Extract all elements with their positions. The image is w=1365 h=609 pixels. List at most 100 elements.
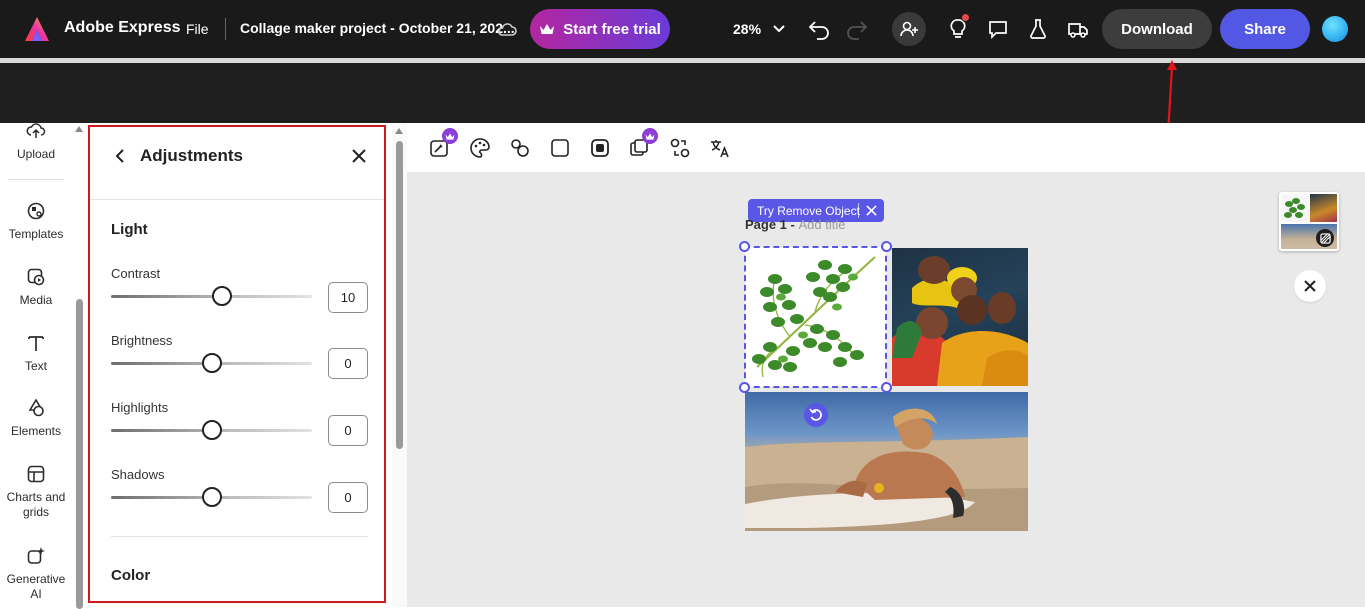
square-icon[interactable] [549,137,571,159]
resize-handle-bottom-left[interactable] [739,382,750,393]
thumbnail-leaves [1281,194,1309,222]
page-number-label: Page 1 - [745,217,799,232]
brightness-slider[interactable] [111,353,312,373]
adjustment-label: Contrast [111,266,161,281]
scroll-thumb[interactable] [76,299,83,609]
adobe-express-logo[interactable] [24,16,50,42]
slider-handle[interactable] [201,487,222,507]
sidebar-item-elements[interactable]: Elements [0,398,72,438]
rail-scrollbar[interactable] [74,123,86,609]
rotate-button[interactable] [804,403,828,427]
scroll-up-icon[interactable] [75,126,83,132]
file-menu[interactable]: File [186,21,209,37]
top-bar: Adobe Express File Collage maker project… [0,0,1365,58]
crown-icon [642,128,658,144]
shadows-slider[interactable] [111,487,312,507]
divider [111,536,368,537]
adjustment-label: Shadows [111,467,165,482]
hide-thumbnail-button[interactable] [1316,229,1334,247]
panel-header: Adjustments [90,127,384,200]
share-button[interactable]: Share [1220,9,1310,49]
app-name: Adobe Express [64,19,181,36]
hide-icon [1319,232,1331,244]
shapes-icon[interactable] [509,137,531,159]
download-button[interactable]: Download [1102,9,1212,49]
invite-button[interactable] [892,12,926,46]
resize-handle-top-right[interactable] [881,241,892,252]
section-heading-color: Color [111,567,151,584]
scroll-up-icon[interactable] [395,128,403,134]
project-title[interactable]: Collage maker project - October 21, 202.… [240,20,515,36]
swap-icon[interactable] [669,137,691,159]
scroll-thumb[interactable] [396,141,403,449]
avatar[interactable] [1322,16,1348,42]
sidebar-item-media[interactable]: Media [0,267,72,307]
chevron-down-icon[interactable] [771,20,787,36]
invite-icon [900,21,918,37]
mask-icon[interactable] [589,137,611,159]
sidebar-item-text[interactable]: Text [0,333,72,373]
sidebar-item-label: Elements [10,424,62,438]
group-photo-image[interactable] [892,248,1028,386]
truck-icon[interactable] [1066,17,1090,41]
charts-icon [27,465,45,483]
resize-handle-top-left[interactable] [739,241,750,252]
sidebar-item-label: Templates [8,227,64,241]
close-thumbnails-button[interactable] [1294,270,1326,302]
slider-handle[interactable] [201,420,222,440]
start-free-trial-button[interactable]: Start free trial [530,9,670,49]
close-icon[interactable] [859,205,883,216]
contrast-slider[interactable] [111,286,312,306]
rotate-icon [809,408,822,421]
close-icon [1304,280,1316,292]
templates-icon [27,202,45,220]
cloud-icon[interactable] [497,20,517,38]
media-icon [27,268,45,286]
highlights-slider[interactable] [111,420,312,440]
surfer-photo-image[interactable] [745,392,1028,531]
sidebar-item-charts-and-grids[interactable]: Charts and grids [0,464,72,520]
sidebar-item-label: Text [24,359,47,373]
section-heading-light: Light [111,221,148,238]
zoom-level[interactable]: 28% [733,21,761,37]
upload-icon [26,123,46,138]
chevron-left-icon[interactable] [112,147,130,165]
close-icon[interactable] [350,147,368,165]
adjustments-panel: Adjustments Light Contrast 10 Brightness… [88,125,386,603]
flask-icon[interactable] [1026,17,1050,41]
shadows-value-input[interactable]: 0 [328,482,368,513]
sidebar-item-label: Upload [16,147,56,161]
highlights-value-input[interactable]: 0 [328,415,368,446]
sidebar-item-upload[interactable]: Upload [0,121,72,161]
redo-icon[interactable] [845,17,869,41]
text-icon [28,336,44,351]
try-remove-object-label[interactable]: Try Remove Object [748,204,860,218]
slider-handle[interactable] [201,353,222,373]
thumbnail-group [1310,194,1337,222]
resize-handle-bottom-right[interactable] [881,382,892,393]
divider [8,179,64,180]
brightness-value-input[interactable]: 0 [328,348,368,379]
trial-label: Start free trial [563,20,661,38]
panel-scrollbar[interactable] [392,123,407,607]
page-label: Page 1 - Add title [745,217,845,232]
page-title-placeholder[interactable]: Add title [798,217,845,232]
comment-icon[interactable] [986,17,1010,41]
adjustment-label: Highlights [111,400,169,415]
left-rail: Upload Templates Media Text Elements Cha… [0,123,72,607]
divider [225,18,226,40]
group-photo-illustration [892,256,1028,386]
page-thumbnail[interactable] [1279,192,1339,251]
palette-icon[interactable] [469,137,491,159]
crown-icon [540,24,555,34]
slider-handle[interactable] [211,286,232,306]
sidebar-item-generative-ai[interactable]: Generative AI [0,546,72,602]
sidebar-item-templates[interactable]: Templates [0,201,72,241]
undo-icon[interactable] [807,17,831,41]
generative-ai-icon [27,547,45,564]
contrast-value-input[interactable]: 10 [328,282,368,313]
selection-frame [744,246,887,388]
crown-icon [442,128,458,144]
translate-icon[interactable] [709,137,731,159]
sidebar-item-label: Generative AI [6,572,66,601]
